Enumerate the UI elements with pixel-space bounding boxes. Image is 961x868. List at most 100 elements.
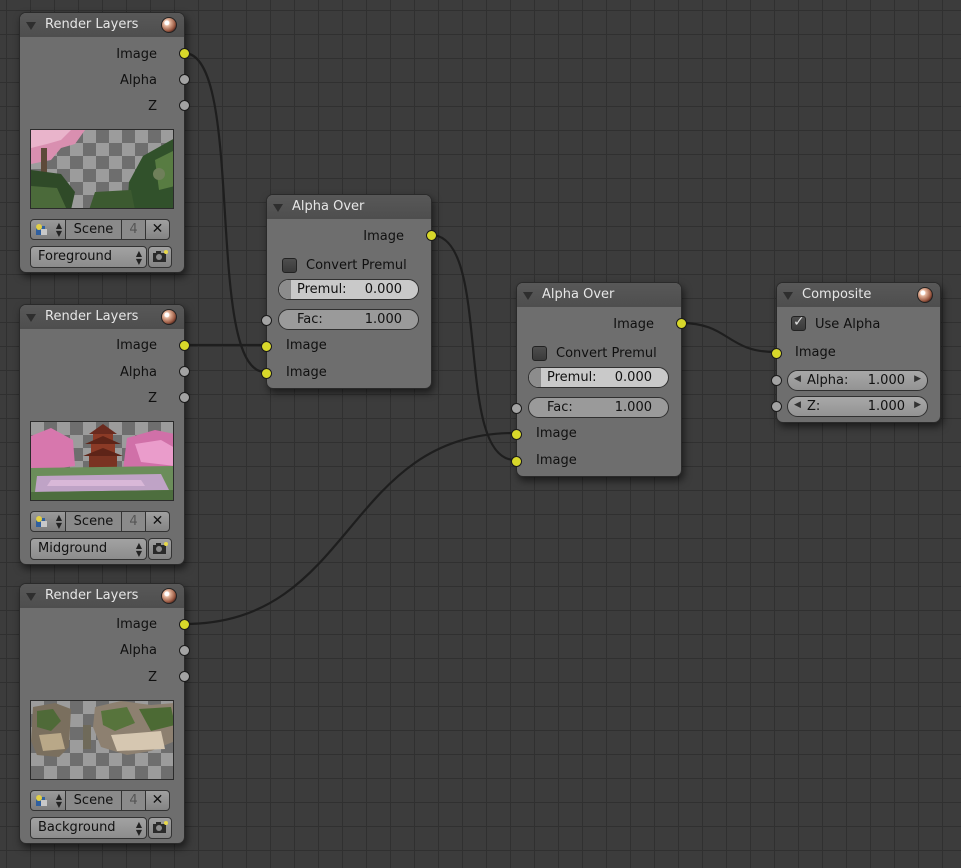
render-layer-dropdown[interactable]: Background ▲ ▼ [30, 817, 147, 839]
output-label-z: Z [148, 670, 157, 685]
use-alpha-checkbox[interactable]: ✓ [791, 314, 806, 331]
node-header[interactable]: Render Layers [20, 584, 184, 608]
decrement-arrow-icon[interactable]: ◀ [794, 374, 801, 384]
updown-arrows-icon: ▲ ▼ [135, 249, 142, 266]
render-preview-thumbnail [30, 421, 174, 501]
composite-node[interactable]: Composite ✓ Use Alpha Image ◀ Alpha: 1.0… [771, 282, 941, 423]
input-socket-z[interactable] [771, 401, 782, 412]
premul-slider[interactable]: Premul: 0.000 [278, 279, 419, 300]
link-background-to-alphaover2-top [183, 431, 516, 626]
output-label-image: Image [116, 338, 157, 353]
output-socket-image[interactable] [179, 340, 190, 351]
scene-name-field[interactable]: Scene [66, 219, 122, 240]
fac-label: Fac: [547, 400, 573, 415]
scene-name-field[interactable]: Scene [66, 511, 122, 532]
updown-arrows-icon: ▲ ▼ [55, 513, 62, 530]
output-socket-image[interactable] [676, 318, 687, 329]
x-close-icon[interactable]: ✕ [146, 790, 170, 811]
render-layer-dropdown[interactable]: Foreground ▲ ▼ [30, 246, 147, 268]
output-socket-z[interactable] [179, 100, 190, 111]
z-number-field[interactable]: ◀ Z: 1.000 ▶ [787, 396, 928, 417]
collapse-triangle-icon[interactable] [783, 292, 793, 300]
input-socket-image-2[interactable] [261, 368, 272, 379]
scene-browse-button[interactable]: ▲ ▼ [30, 511, 66, 532]
render-camera-icon[interactable] [148, 538, 172, 560]
x-close-icon[interactable]: ✕ [146, 511, 170, 532]
input-socket-image-2[interactable] [511, 456, 522, 467]
updown-arrows-icon: ▲ ▼ [135, 541, 142, 558]
alpha-over-node-2[interactable]: Alpha Over Image Convert Premul Premul: … [511, 282, 687, 477]
scene-selector[interactable]: ▲ ▼ Scene 4 ✕ [30, 790, 171, 811]
output-socket-image[interactable] [426, 230, 437, 241]
node-header[interactable]: Render Layers [20, 13, 184, 37]
node-title: Render Layers [45, 588, 139, 603]
render-layers-node-background[interactable]: Render Layers Image Alpha Z ▲ ▼ Scene 4 ✕… [19, 583, 190, 844]
premul-slider[interactable]: Premul: 0.000 [528, 367, 669, 388]
fac-value: 1.000 [614, 400, 652, 415]
input-socket-fac[interactable] [261, 315, 272, 326]
input-socket-image-1[interactable] [261, 341, 272, 352]
premul-label: Premul: [297, 282, 347, 297]
scene-selector[interactable]: ▲ ▼ Scene 4 ✕ [30, 219, 171, 240]
input-socket-alpha[interactable] [771, 375, 782, 386]
alpha-label: Alpha: [807, 373, 849, 388]
x-close-icon[interactable]: ✕ [146, 219, 170, 240]
input-socket-image-1[interactable] [511, 429, 522, 440]
node-header[interactable]: Render Layers [20, 305, 184, 329]
material-sphere-icon[interactable] [917, 287, 933, 303]
collapse-triangle-icon[interactable] [26, 593, 36, 601]
material-sphere-icon[interactable] [161, 17, 177, 33]
material-sphere-icon[interactable] [161, 309, 177, 325]
render-camera-icon[interactable] [148, 246, 172, 268]
node-header[interactable]: Alpha Over [517, 283, 681, 307]
scene-selector[interactable]: ▲ ▼ Scene 4 ✕ [30, 511, 171, 532]
output-socket-z[interactable] [179, 671, 190, 682]
material-sphere-icon[interactable] [161, 588, 177, 604]
premul-value: 0.000 [364, 282, 402, 297]
render-camera-icon[interactable] [148, 817, 172, 839]
input-label-image: Image [795, 345, 836, 360]
render-layer-dropdown[interactable]: Midground ▲ ▼ [30, 538, 147, 560]
output-socket-alpha[interactable] [179, 74, 190, 85]
render-layers-node-midground[interactable]: Render Layers Image Alpha Z ▲ ▼ Scene 4 … [19, 304, 190, 565]
increment-arrow-icon[interactable]: ▶ [914, 374, 921, 384]
fac-label: Fac: [297, 312, 323, 327]
input-socket-fac[interactable] [511, 403, 522, 414]
alpha-number-field[interactable]: ◀ Alpha: 1.000 ▶ [787, 370, 928, 391]
scene-users-count[interactable]: 4 [122, 219, 146, 240]
link-foreground-to-alphaover1-bottom [183, 51, 266, 374]
convert-premul-checkbox[interactable] [282, 258, 297, 273]
scene-browse-button[interactable]: ▲ ▼ [30, 790, 66, 811]
fac-slider[interactable]: Fac: 1.000 [528, 397, 669, 418]
output-socket-image[interactable] [179, 48, 190, 59]
increment-arrow-icon[interactable]: ▶ [914, 400, 921, 410]
collapse-triangle-icon[interactable] [523, 292, 533, 300]
scene-name-field[interactable]: Scene [66, 790, 122, 811]
scene-users-count[interactable]: 4 [122, 790, 146, 811]
node-header[interactable]: Composite [777, 283, 940, 307]
background-render-image [31, 701, 173, 757]
decrement-arrow-icon[interactable]: ◀ [794, 400, 801, 410]
collapse-triangle-icon[interactable] [273, 204, 283, 212]
output-socket-image[interactable] [179, 619, 190, 630]
render-layer-value: Midground [38, 541, 108, 556]
updown-arrows-icon: ▲ ▼ [55, 792, 62, 809]
convert-premul-checkbox[interactable] [532, 346, 547, 361]
convert-premul-label: Convert Premul [556, 346, 657, 361]
output-socket-alpha[interactable] [179, 366, 190, 377]
node-title: Render Layers [45, 17, 139, 32]
collapse-triangle-icon[interactable] [26, 22, 36, 30]
scene-users-count[interactable]: 4 [122, 511, 146, 532]
fac-slider[interactable]: Fac: 1.000 [278, 309, 419, 330]
output-socket-z[interactable] [179, 392, 190, 403]
render-layers-node-foreground[interactable]: Render Layers Image Alpha Z ▲ ▼ Scene 4 ✕… [19, 12, 190, 273]
output-socket-alpha[interactable] [179, 645, 190, 656]
node-header[interactable]: Alpha Over [267, 195, 431, 219]
input-label-image-1: Image [536, 426, 577, 441]
output-label-z: Z [148, 391, 157, 406]
scene-browse-button[interactable]: ▲ ▼ [30, 219, 66, 240]
alpha-over-node-1[interactable]: Alpha Over Image Convert Premul Premul: … [261, 194, 437, 389]
input-socket-image[interactable] [771, 348, 782, 359]
collapse-triangle-icon[interactable] [26, 314, 36, 322]
midground-render-image [31, 424, 173, 500]
